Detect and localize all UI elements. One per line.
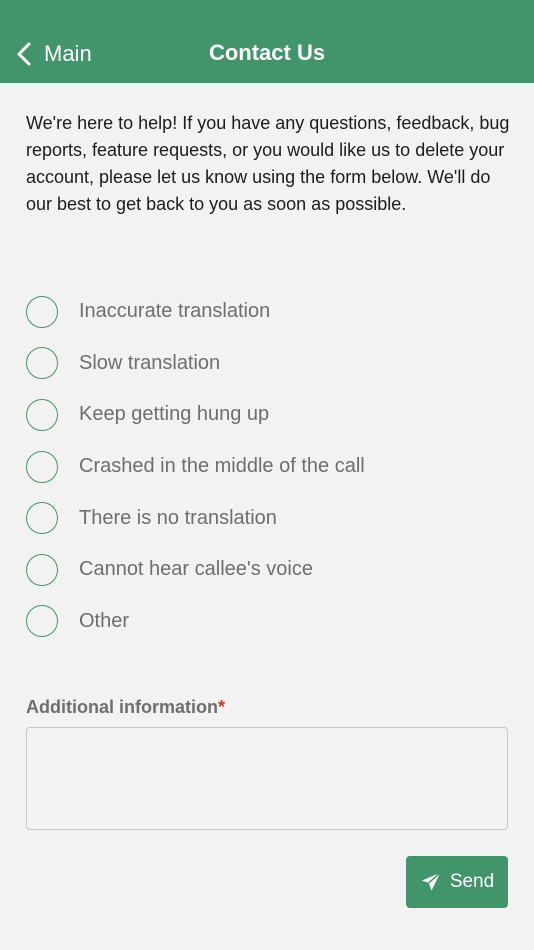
option-label: Crashed in the middle of the call	[79, 455, 365, 478]
option-label: Keep getting hung up	[79, 403, 270, 426]
radio-button[interactable]	[26, 450, 58, 483]
reason-options-list: Inaccurate translation Slow translation …	[26, 286, 510, 647]
option-label: Cannot hear callee's voice	[79, 558, 313, 581]
send-button-label: Send	[449, 871, 495, 892]
radio-button[interactable]	[26, 502, 58, 535]
option-no-translation[interactable]: There is no translation	[26, 492, 510, 544]
option-other[interactable]: Other	[26, 596, 510, 648]
radio-button[interactable]	[26, 605, 58, 638]
required-marker: *	[217, 697, 225, 717]
option-crashed-mid-call[interactable]: Crashed in the middle of the call	[26, 441, 510, 493]
additional-info-label: Additional information*	[26, 697, 225, 718]
additional-info-input[interactable]	[26, 727, 508, 830]
option-cannot-hear-callee[interactable]: Cannot hear callee's voice	[26, 544, 510, 596]
send-button[interactable]: Send	[406, 856, 508, 908]
option-label: Slow translation	[79, 351, 221, 374]
option-label: Inaccurate translation	[79, 300, 271, 323]
option-slow-translation[interactable]: Slow translation	[26, 338, 510, 390]
radio-button[interactable]	[26, 347, 58, 380]
option-keep-getting-hung-up[interactable]: Keep getting hung up	[26, 389, 510, 441]
option-inaccurate-translation[interactable]: Inaccurate translation	[26, 286, 510, 338]
radio-button[interactable]	[26, 295, 58, 328]
option-label: Other	[79, 609, 130, 632]
radio-button[interactable]	[26, 398, 58, 431]
page-title: Contact Us	[208, 40, 326, 65]
additional-info-label-text: Additional information	[26, 697, 218, 717]
intro-text: We're here to help! If you have any ques…	[26, 113, 510, 214]
option-label: There is no translation	[79, 506, 277, 529]
radio-button[interactable]	[26, 553, 58, 586]
top-navigation-bar: Main Contact Us	[0, 0, 534, 83]
paper-plane-icon	[420, 871, 442, 893]
